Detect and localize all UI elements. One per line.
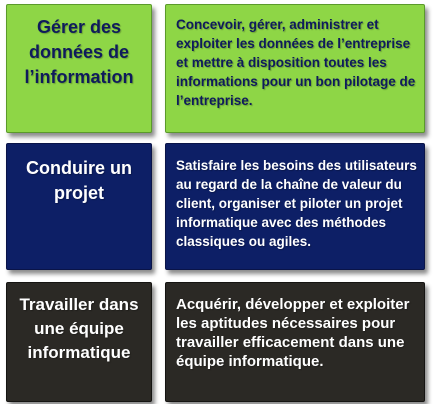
competency-label-text: Conduire un projet [26, 158, 132, 203]
competency-description-text: Concevoir, gérer, administrer et exploit… [176, 17, 416, 108]
competency-description-teamwork: Acquérir, développer et exploiter les ap… [165, 282, 425, 402]
competency-label-project-management: Conduire un projet [6, 143, 152, 270]
competency-description-text: Acquérir, développer et exploiter les ap… [176, 296, 410, 370]
competency-label-text: Gérer des données de l’information [24, 17, 134, 87]
competency-label-data-management: Gérer des données de l’information [6, 4, 152, 133]
competency-description-text: Satisfaire les besoins des utilisateurs … [176, 158, 417, 249]
competency-description-project-management: Satisfaire les besoins des utilisateurs … [165, 143, 425, 270]
competency-label-teamwork: Travailler dans une équipe informatique [6, 282, 152, 402]
competency-description-data-management: Concevoir, gérer, administrer et exploit… [165, 4, 425, 133]
competency-label-text: Travailler dans une équipe informatique [19, 295, 139, 362]
